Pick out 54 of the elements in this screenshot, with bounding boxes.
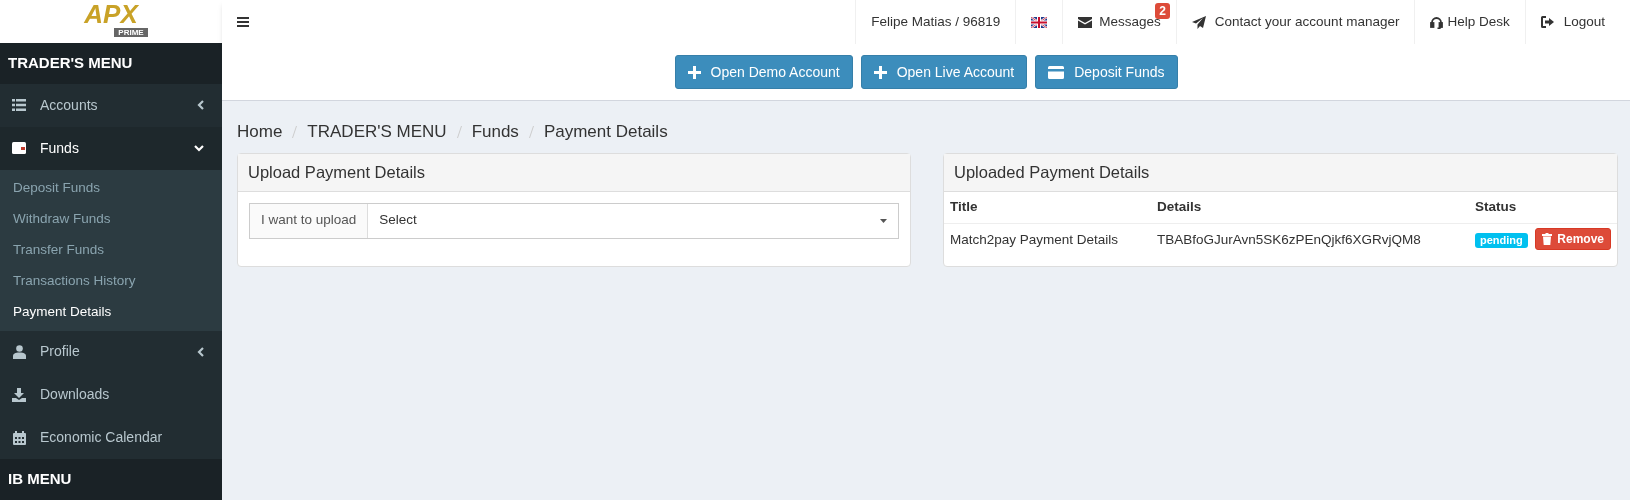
sidebar-item[interactable]: Accounts (0, 83, 222, 127)
submenu-item[interactable]: Withdraw Funds (0, 203, 222, 235)
slash-icon (456, 125, 462, 138)
calendar-icon (12, 430, 26, 445)
table-cell: TBABfoGJurAvn5SK6zPEnQjkf6XGRvjQM8 (1151, 223, 1469, 256)
chevron-left-icon (197, 347, 204, 357)
paper-plane-icon (1191, 15, 1206, 29)
contact-manager-link[interactable]: Contact your account manager (1191, 11, 1400, 33)
menu-header: TRADER'S MENU (0, 43, 222, 84)
list-icon (12, 99, 26, 112)
breadcrumb-link[interactable]: Funds (471, 119, 519, 145)
sidebar-item[interactable]: Economic Calendar (0, 416, 222, 460)
submenu-item[interactable]: Deposit Funds (0, 172, 222, 204)
breadcrumb-link[interactable]: Home (237, 119, 283, 145)
credit-card-icon (1048, 65, 1065, 79)
user-icon (12, 345, 26, 359)
sidebar-item[interactable]: Downloads (0, 373, 222, 417)
remove-button[interactable]: Remove (1535, 228, 1611, 251)
panel-title: Uploaded Payment Details (954, 161, 1150, 183)
notification-badge: 2 (1155, 3, 1170, 19)
sign-out-icon (1540, 16, 1555, 28)
panel-title: Upload Payment Details (248, 161, 425, 183)
chevron-left-icon (197, 100, 204, 111)
plus-icon (873, 65, 887, 79)
menu-header: IB MENU (0, 459, 222, 500)
headset-icon (1430, 15, 1444, 29)
wallet-icon (12, 142, 26, 155)
chevron-down-icon (194, 144, 204, 152)
column-header: Details (1151, 191, 1469, 224)
sidebar-item[interactable]: Profile (0, 330, 222, 374)
download-icon (12, 387, 26, 402)
breadcrumb-current: Payment Details (543, 121, 668, 143)
slash-icon (292, 125, 298, 138)
plus-icon (687, 65, 701, 79)
trash-icon (1542, 233, 1553, 246)
help-desk-link[interactable]: Help Desk (1430, 11, 1510, 33)
flag-icon[interactable] (1031, 16, 1048, 28)
submenu-item[interactable]: Payment Details (0, 296, 222, 328)
submenu-item[interactable]: Transactions History (0, 265, 222, 297)
action-button[interactable]: Open Live Account (860, 55, 1028, 89)
action-button[interactable]: Open Demo Account (674, 55, 853, 89)
logout-link[interactable]: Logout (1540, 11, 1615, 33)
table-cell: Match2pay Payment Details (944, 223, 1151, 256)
column-header: Title (944, 191, 1151, 224)
column-header: Status (1469, 191, 1535, 224)
sidebar-item[interactable]: Funds (0, 126, 222, 170)
user-name: Felipe Matias / 96819 (871, 12, 1001, 31)
status-badge: pending (1475, 232, 1528, 248)
envelope-icon (1078, 16, 1093, 28)
action-button[interactable]: Deposit Funds (1035, 55, 1178, 89)
breadcrumb-link[interactable]: TRADER'S MENU (307, 119, 447, 145)
submenu-item[interactable]: Transfer Funds (0, 234, 222, 266)
slash-icon (528, 125, 534, 138)
menu-icon[interactable] (237, 17, 249, 27)
